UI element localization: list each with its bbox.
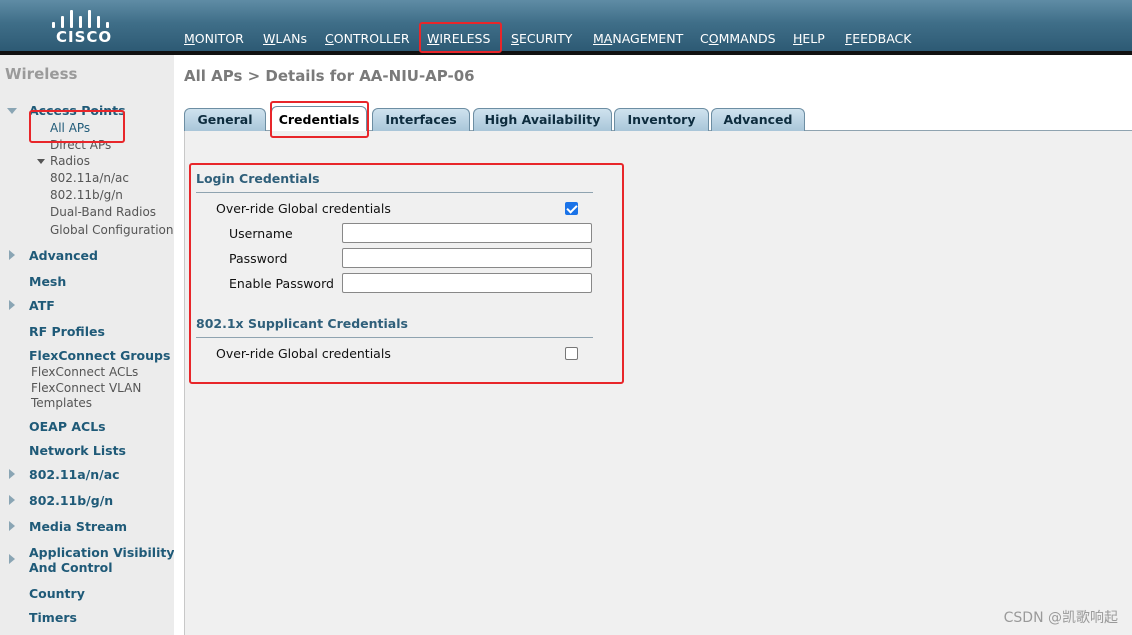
login-override-label: Over-ride Global credentials: [216, 201, 391, 216]
dot1x-override-checkbox[interactable]: [565, 347, 578, 360]
top-header: CISCO MONITOR WLANs CONTROLLER WIRELESS …: [0, 0, 1132, 51]
login-credentials-title: Login Credentials: [196, 171, 320, 186]
section-divider: [196, 192, 593, 193]
sidebar-item-flexconnect-acls[interactable]: FlexConnect ACLs: [31, 365, 138, 379]
tab-high-availability[interactable]: High Availability: [473, 108, 612, 131]
cisco-logo-bars-icon: [52, 8, 118, 28]
sidebar-item-app-visibility[interactable]: Application Visibility: [29, 545, 174, 560]
tab-advanced[interactable]: Advanced: [711, 108, 805, 131]
nav-security[interactable]: SECURITY: [511, 31, 572, 46]
sidebar-item-flexconnect-vlan-templates[interactable]: Templates: [31, 396, 92, 410]
username-input[interactable]: [342, 223, 592, 243]
app-window: CISCO MONITOR WLANs CONTROLLER WIRELESS …: [0, 0, 1132, 635]
collapsed-arrow-icon[interactable]: [9, 469, 15, 479]
sidebar-item-80211b[interactable]: 802.11b/g/n: [29, 493, 113, 508]
expanded-arrow-icon[interactable]: [7, 108, 17, 114]
nav-management[interactable]: MANAGEMENT: [593, 31, 683, 46]
collapsed-arrow-icon[interactable]: [9, 495, 15, 505]
tab-credentials[interactable]: Credentials: [271, 106, 367, 132]
tab-interfaces[interactable]: Interfaces: [372, 108, 470, 131]
tab-inventory[interactable]: Inventory: [614, 108, 709, 131]
sidebar-item-radio-b[interactable]: 802.11b/g/n: [50, 188, 123, 202]
collapsed-arrow-icon[interactable]: [9, 250, 15, 260]
breadcrumb: All APs > Details for AA-NIU-AP-06: [184, 67, 475, 85]
main-panel: All APs > Details for AA-NIU-AP-06 Gener…: [174, 55, 1132, 635]
sidebar-item-timers[interactable]: Timers: [29, 610, 77, 625]
sidebar-title: Wireless: [5, 65, 78, 83]
sidebar: Wireless Access Points All APs Direct AP…: [0, 55, 174, 635]
sidebar-item-oeap-acls[interactable]: OEAP ACLs: [29, 419, 106, 434]
expanded-arrow-icon[interactable]: [37, 159, 45, 164]
sidebar-item-global-config[interactable]: Global Configuration: [50, 223, 173, 237]
sidebar-item-network-lists[interactable]: Network Lists: [29, 443, 126, 458]
password-input[interactable]: [342, 248, 592, 268]
collapsed-arrow-icon[interactable]: [9, 554, 15, 564]
sidebar-item-radios[interactable]: Radios: [50, 154, 90, 168]
dot1x-credentials-title: 802.1x Supplicant Credentials: [196, 316, 408, 331]
collapsed-arrow-icon[interactable]: [9, 521, 15, 531]
watermark: CSDN @凯歌响起: [1003, 610, 1118, 626]
sidebar-item-all-aps[interactable]: All APs: [50, 121, 90, 135]
nav-feedback[interactable]: FEEDBACK: [845, 31, 911, 46]
tab-general[interactable]: General: [184, 108, 266, 131]
nav-controller[interactable]: CONTROLLER: [325, 31, 410, 46]
credentials-content: Login Credentials Over-ride Global crede…: [184, 131, 1132, 635]
login-override-checkbox[interactable]: [565, 202, 578, 215]
username-label: Username: [229, 226, 293, 241]
sidebar-item-atf[interactable]: ATF: [29, 298, 55, 313]
nav-wlans[interactable]: WLANs: [263, 31, 307, 46]
password-label: Password: [229, 251, 288, 266]
nav-commands[interactable]: COMMANDS: [700, 31, 776, 46]
dot1x-override-label: Over-ride Global credentials: [216, 346, 391, 361]
sidebar-item-radio-a[interactable]: 802.11a/n/ac: [50, 171, 129, 185]
sidebar-item-direct-aps[interactable]: Direct APs: [50, 138, 111, 152]
enable-password-input[interactable]: [342, 273, 592, 293]
sidebar-item-flexconnect-groups[interactable]: FlexConnect Groups: [29, 348, 170, 363]
sidebar-item-advanced[interactable]: Advanced: [29, 248, 98, 263]
sidebar-item-app-visibility-2[interactable]: And Control: [29, 560, 113, 575]
sidebar-item-media-stream[interactable]: Media Stream: [29, 519, 127, 534]
sidebar-item-dual-band[interactable]: Dual-Band Radios: [50, 205, 156, 219]
sidebar-item-rf-profiles[interactable]: RF Profiles: [29, 324, 105, 339]
sidebar-item-access-points[interactable]: Access Points: [29, 103, 126, 118]
sidebar-item-80211a[interactable]: 802.11a/n/ac: [29, 467, 120, 482]
sidebar-item-country[interactable]: Country: [29, 586, 85, 601]
sidebar-item-mesh[interactable]: Mesh: [29, 274, 66, 289]
cisco-logo-text: CISCO: [56, 28, 113, 46]
nav-wireless[interactable]: WIRELESS: [427, 31, 490, 46]
collapsed-arrow-icon[interactable]: [9, 300, 15, 310]
cisco-logo: CISCO: [52, 6, 122, 48]
enable-password-label: Enable Password: [229, 276, 334, 291]
nav-monitor[interactable]: MONITOR: [184, 31, 244, 46]
section-divider: [196, 337, 593, 338]
nav-help[interactable]: HELP: [793, 31, 825, 46]
sidebar-item-flexconnect-vlan[interactable]: FlexConnect VLAN: [31, 381, 141, 395]
